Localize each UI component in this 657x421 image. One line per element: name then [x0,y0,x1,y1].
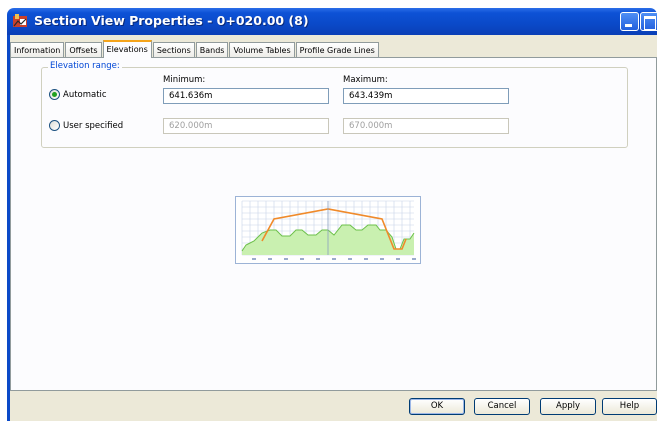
tab-profile-grade-lines[interactable]: Profile Grade Lines [295,42,379,58]
elevations-panel: Elevation range: Minimum: Maximum: Autom… [10,57,657,391]
preview-tick-mark [316,258,320,260]
help-button[interactable]: Help [602,398,657,415]
user-specified-radio-label: User specified [63,120,124,131]
preview-tick-mark [348,258,352,260]
maximize-button[interactable] [640,12,657,31]
tab-offsets[interactable]: Offsets [65,42,102,58]
preview-tick-mark [268,258,272,260]
preview-tick-mark [284,258,288,260]
elevation-range-legend: Elevation range: [48,61,122,71]
tab-sections[interactable]: Sections [152,42,195,58]
dialog-window: Section View Properties - 0+020.00 (8) ✕… [0,0,657,421]
app-icon [13,14,27,27]
section-view-preview-icon [241,200,416,260]
tab-information[interactable]: Information [10,42,65,58]
ok-button[interactable]: OK [409,398,465,415]
automatic-radio-label: Automatic [63,89,107,100]
apply-button[interactable]: Apply [540,398,596,415]
preview-tick-mark [332,258,336,260]
preview-tick-mark [300,258,304,260]
automatic-maximum-field[interactable]: 643.439m [343,88,509,104]
maximum-label: Maximum: [343,75,388,85]
user-specified-radio[interactable]: User specified [49,120,123,131]
automatic-radio[interactable]: Automatic [49,89,107,100]
tab-bands[interactable]: Bands [195,42,229,58]
preview-tick-mark [364,258,368,260]
automatic-radio-indicator[interactable] [49,89,60,100]
section-view-preview [235,196,421,264]
user-minimum-field[interactable]: 620.000m [163,118,329,134]
preview-axis-ticks [252,258,416,260]
elevation-range-group [41,67,628,148]
cancel-button[interactable]: Cancel [474,398,530,415]
window-title: Section View Properties - 0+020.00 (8) [34,13,309,28]
automatic-minimum-field[interactable]: 641.636m [163,88,329,104]
minimum-label: Minimum: [163,75,206,85]
user-maximum-field[interactable]: 670.000m [343,118,509,134]
tab-strip: Information Offsets Elevations Sections … [10,40,380,58]
title-bar[interactable]: Section View Properties - 0+020.00 (8) ✕ [7,8,657,35]
preview-tick-mark [412,258,416,260]
tab-volume-tables[interactable]: Volume Tables [229,42,295,58]
tab-elevations[interactable]: Elevations [102,40,152,58]
user-specified-radio-indicator[interactable] [49,120,60,131]
preview-tick-mark [396,258,400,260]
preview-tick-mark [252,258,256,260]
preview-tick-mark [380,258,384,260]
minimize-button[interactable] [620,12,639,31]
